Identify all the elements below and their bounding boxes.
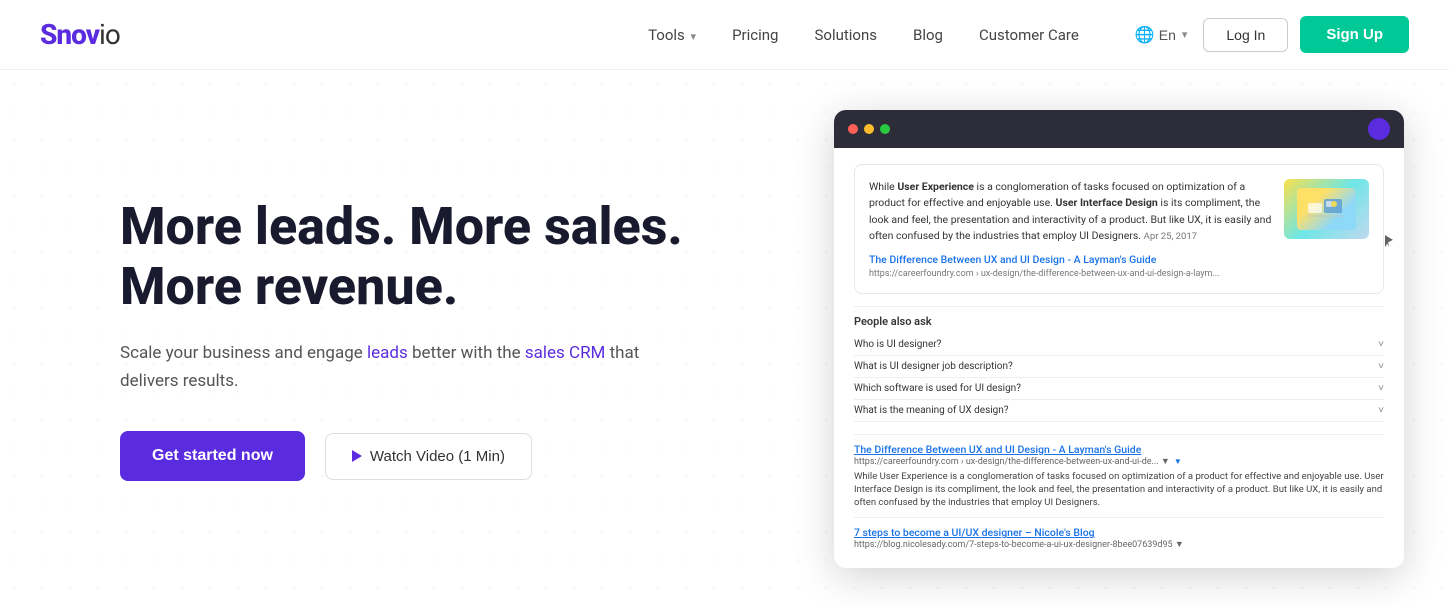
search-card-link[interactable]: The Difference Between UX and UI Design … [869,253,1156,266]
logo-text-snov: Snov [40,18,99,51]
watch-video-label: Watch Video (1 Min) [370,448,505,465]
nav-pricing-link[interactable]: Pricing [732,26,778,44]
paa-item-label: What is UI designer job description? [854,361,1013,372]
third-result-link[interactable]: 7 steps to become a UI/UX designer – Nic… [854,526,1095,539]
third-result-meta: https://blog.nicolesady.com/7-steps-to-b… [854,539,1384,550]
paa-chevron-icon: ˅ [1378,405,1384,416]
nav-links: Tools ▾ Pricing Solutions Blog Customer … [648,25,1079,44]
paa-item-label: What is the meaning of UX design? [854,405,1009,416]
people-also-ask-section: People also ask Who is UI designer? ˅ Wh… [854,315,1384,422]
nav-blog-link[interactable]: Blog [913,26,943,44]
nav-item-solutions[interactable]: Solutions [814,25,877,44]
divider [854,306,1384,307]
nav-item-tools[interactable]: Tools ▾ [648,25,696,44]
paa-title: People also ask [854,315,1384,328]
play-icon [352,450,362,462]
nav-item-customer-care[interactable]: Customer Care [979,25,1079,44]
browser-dot-yellow [864,124,874,134]
navbar: Snovio Tools ▾ Pricing Solutions Blog Cu… [0,0,1449,70]
hero-left: More leads. More sales. More revenue. Sc… [120,197,829,481]
hero-title-line1: More leads. More sales. [120,196,683,257]
signup-button[interactable]: Sign Up [1300,16,1409,53]
paa-item-label: Who is UI designer? [854,339,941,350]
search-result-thumbnail [1297,188,1357,230]
search-card-paragraph: While User Experience is a conglomeratio… [869,179,1272,245]
search-result-card: While User Experience is a conglomeratio… [854,164,1384,294]
language-selector[interactable]: 🌐 En ▾ [1135,25,1188,45]
second-result-meta: https://careerfoundry.com › ux-design/th… [854,456,1384,467]
search-text-block: While User Experience is a conglomeratio… [869,179,1272,279]
second-result-desc: While User Experience is a conglomeratio… [854,470,1384,510]
browser-dot-red [848,124,858,134]
get-started-button[interactable]: Get started now [120,431,305,481]
nav-tools-link[interactable]: Tools ▾ [648,26,696,44]
login-button[interactable]: Log In [1203,18,1288,52]
nav-solutions-link[interactable]: Solutions [814,26,877,44]
hero-title: More leads. More sales. More revenue. [120,197,829,317]
browser-content: While User Experience is a conglomeratio… [834,148,1404,568]
paa-chevron-icon: ˅ [1378,361,1384,372]
divider [854,517,1384,518]
search-card-date: Apr 25, 2017 [1144,231,1197,242]
nav-customer-care-link[interactable]: Customer Care [979,26,1079,44]
thumbnail-illustration-icon [1308,195,1344,223]
second-search-result: The Difference Between UX and UI Design … [854,443,1384,510]
paa-item[interactable]: What is UI designer job description? ˅ [854,356,1384,378]
hero-title-line2: More revenue. [120,256,458,317]
paa-chevron-icon: ˅ [1378,339,1384,350]
paa-item[interactable]: Who is UI designer? ˅ [854,334,1384,356]
paa-item[interactable]: Which software is used for UI design? ˅ [854,378,1384,400]
watch-video-button[interactable]: Watch Video (1 Min) [325,433,532,480]
logo-text-io: io [99,18,120,51]
hero-cta: Get started now Watch Video (1 Min) [120,431,829,481]
paa-chevron-icon: ˅ [1378,383,1384,394]
divider [854,434,1384,435]
second-result-link[interactable]: The Difference Between UX and UI Design … [854,443,1141,456]
nav-tools-label: Tools [648,26,685,44]
third-search-result: 7 steps to become a UI/UX designer – Nic… [854,526,1384,550]
search-card-url: https://careerfoundry.com › ux-design/th… [869,269,1220,279]
lang-chevron-down-icon: ▾ [1182,28,1188,41]
cursor-icon [1385,235,1393,247]
search-result-image [1284,179,1369,239]
nav-item-pricing[interactable]: Pricing [732,25,778,44]
hero-subtitle: Scale your business and engage leads bet… [120,339,640,395]
paa-item-label: Which software is used for UI design? [854,383,1021,394]
browser-dot-green [880,124,890,134]
hero-right: While User Experience is a conglomeratio… [829,110,1409,568]
paa-item[interactable]: What is the meaning of UX design? ˅ [854,400,1384,422]
browser-bar [834,110,1404,148]
logo[interactable]: Snovio [40,18,120,51]
browser-mockup: While User Experience is a conglomeratio… [834,110,1404,568]
globe-icon: 🌐 [1135,25,1155,45]
nav-item-blog[interactable]: Blog [913,25,943,44]
browser-user-avatar [1368,118,1390,140]
tools-chevron-down-icon: ▾ [691,30,697,43]
hero-section: More leads. More sales. More revenue. Sc… [0,70,1449,608]
lang-label: En [1159,27,1176,43]
arrow-down-icon: ▼ [1174,457,1182,466]
second-result-url: https://careerfoundry.com › ux-design/th… [854,456,1170,467]
